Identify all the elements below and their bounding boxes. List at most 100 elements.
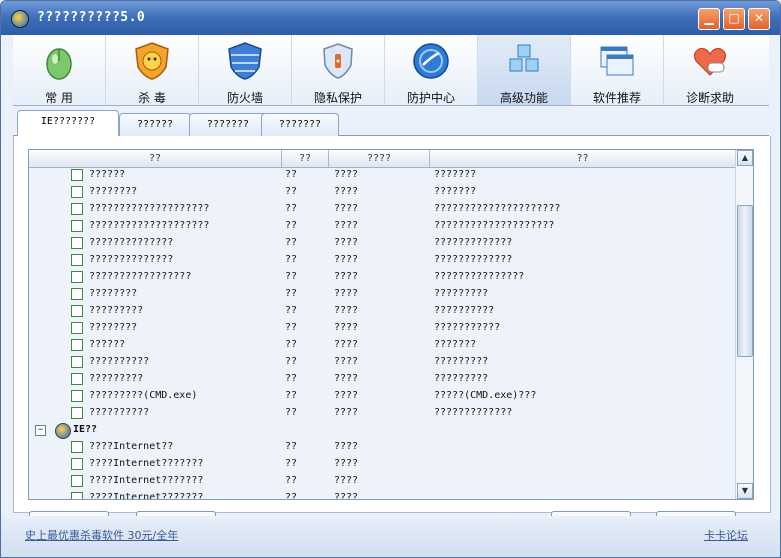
item-checkbox[interactable] [71,322,83,334]
toolbar-software-recommend-button[interactable]: 软件推荐 [571,35,664,105]
list-item[interactable]: ??????????????????????? [29,286,735,303]
bottom-button-2[interactable] [136,511,216,516]
toolbar-protection-center-button[interactable]: 防护中心 [385,35,478,105]
close-button[interactable]: ✕ [748,8,770,30]
toolbar-common-button[interactable]: 常 用 [13,35,106,105]
toolbar-firewall-button[interactable]: 防火墙 [199,35,292,105]
toolbar-advanced-button[interactable]: 高级功能 [478,35,571,105]
toolbar-help-button[interactable]: 诊断求助 [664,35,756,105]
item-description: ??????????? [434,322,501,333]
list-item[interactable]: ????????????????????????????????? [29,235,735,252]
window-title: ??????????5.0 [37,10,146,25]
item-state: ?? [285,288,298,299]
item-state: ?? [285,322,298,333]
item-name: ?????????????? [89,254,174,265]
item-name: ???????? [89,186,138,197]
item-action: ???? [334,407,359,418]
list-item[interactable]: ???????????????????????? [29,371,735,388]
tab-3[interactable]: ??????? [189,113,267,136]
column-header-2[interactable]: ?? [282,150,329,167]
list-item[interactable]: ????????????????????????????????? [29,252,735,269]
vertical-scrollbar[interactable]: ▲ ▼ [735,150,753,499]
list-item[interactable]: ?????????????????????????????????????? [29,269,735,286]
item-checkbox[interactable] [71,271,83,283]
list-item[interactable]: ????????????????????????? [29,303,735,320]
promo-link[interactable]: 史上最优惠杀毒软件 30元/全年 [25,527,178,543]
item-action: ???? [334,475,359,486]
item-checkbox[interactable] [71,339,83,351]
item-name: ????Internet??????? [89,458,204,469]
item-checkbox[interactable] [71,237,83,249]
minimize-button[interactable]: ▁ [698,8,720,30]
list-item[interactable]: ?????????(CMD.exe)?????? ?????(CMD.exe)??… [29,388,735,405]
item-checkbox[interactable] [71,186,83,198]
item-checkbox[interactable] [71,475,83,487]
item-description: ????????? [434,288,489,299]
item-action: ???? [334,441,359,452]
item-name: ?????? [89,339,126,350]
item-checkbox[interactable] [71,169,83,181]
list-item[interactable]: ??????????????????? [29,167,735,184]
bottom-button-4[interactable] [656,511,736,516]
list-item[interactable]: ????????????????????????????????????????… [29,201,735,218]
collapse-toggle[interactable]: − [35,425,46,436]
item-state: ?? [285,373,298,384]
toolbar-label: 杀 毒 [138,91,166,105]
item-checkbox[interactable] [71,288,83,300]
item-checkbox[interactable] [71,203,83,215]
tab-4[interactable]: ??????? [261,113,339,136]
list-item[interactable]: ????????????????????????????????????????… [29,218,735,235]
bottom-button-1[interactable] [29,511,109,516]
item-checkbox[interactable] [71,492,83,499]
list-item[interactable]: ????????????????????????????? [29,405,735,422]
scroll-up-button[interactable]: ▲ [737,150,753,166]
item-checkbox[interactable] [71,407,83,419]
tab-2[interactable]: ?????? [119,113,191,136]
list-item[interactable]: ????Internet????????????? [29,490,735,499]
item-checkbox[interactable] [71,373,83,385]
item-action: ???? [334,339,359,350]
scroll-thumb[interactable] [737,205,753,357]
item-checkbox[interactable] [71,441,83,453]
forum-link[interactable]: 卡卡论坛 [704,527,748,543]
protection-globe-icon [413,43,449,79]
content-panel: ?? ?? ???? ?? ??????????????????????????… [13,136,771,513]
item-checkbox[interactable] [71,356,83,368]
item-checkbox[interactable] [71,458,83,470]
item-description: ???????????????????? [434,220,555,231]
list-item[interactable]: ????Internet????????????? [29,473,735,490]
toolbar-privacy-button[interactable]: 隐私保护 [292,35,385,105]
list-item[interactable]: ????Internet????????????? [29,456,735,473]
item-action: ???? [334,458,359,469]
item-name: ???????????????????? [89,203,210,214]
column-header-description[interactable]: ?? [430,150,735,167]
title-bar[interactable]: ??????????5.0 ▁ □ ✕ [1,1,780,35]
item-description: ????????? [434,356,489,367]
item-checkbox[interactable] [71,390,83,402]
item-state: ?? [285,203,298,214]
list-item[interactable]: ????????????????????????? [29,320,735,337]
item-name: ?????? [89,169,126,180]
list-item[interactable]: ??????????????????? [29,337,735,354]
firewall-shield-icon [228,42,262,80]
column-header-name[interactable]: ?? [29,150,282,167]
settings-list[interactable]: ?? ?? ???? ?? ??????????????????????????… [28,149,754,500]
list-group-ie[interactable]: − IE?? [29,422,735,439]
item-checkbox[interactable] [71,305,83,317]
tab-ie[interactable]: IE??????? [17,110,119,136]
list-item[interactable]: ????????????????????????? [29,354,735,371]
item-description: ?????????? [434,305,495,316]
toolbar-label: 防护中心 [406,91,455,105]
item-checkbox[interactable] [71,254,83,266]
item-checkbox[interactable] [71,220,83,232]
scroll-down-button[interactable]: ▼ [737,483,753,499]
list-item[interactable]: ????Internet???????? [29,439,735,456]
lion-shield-icon [135,42,169,80]
maximize-button[interactable]: □ [723,8,745,30]
list-item[interactable]: ????????????????????? [29,184,735,201]
item-action: ???? [334,492,359,499]
item-action: ???? [334,186,359,197]
bottom-button-3[interactable] [551,511,631,516]
column-header-3[interactable]: ???? [329,150,430,167]
toolbar-antivirus-button[interactable]: 杀 毒 [106,35,199,105]
